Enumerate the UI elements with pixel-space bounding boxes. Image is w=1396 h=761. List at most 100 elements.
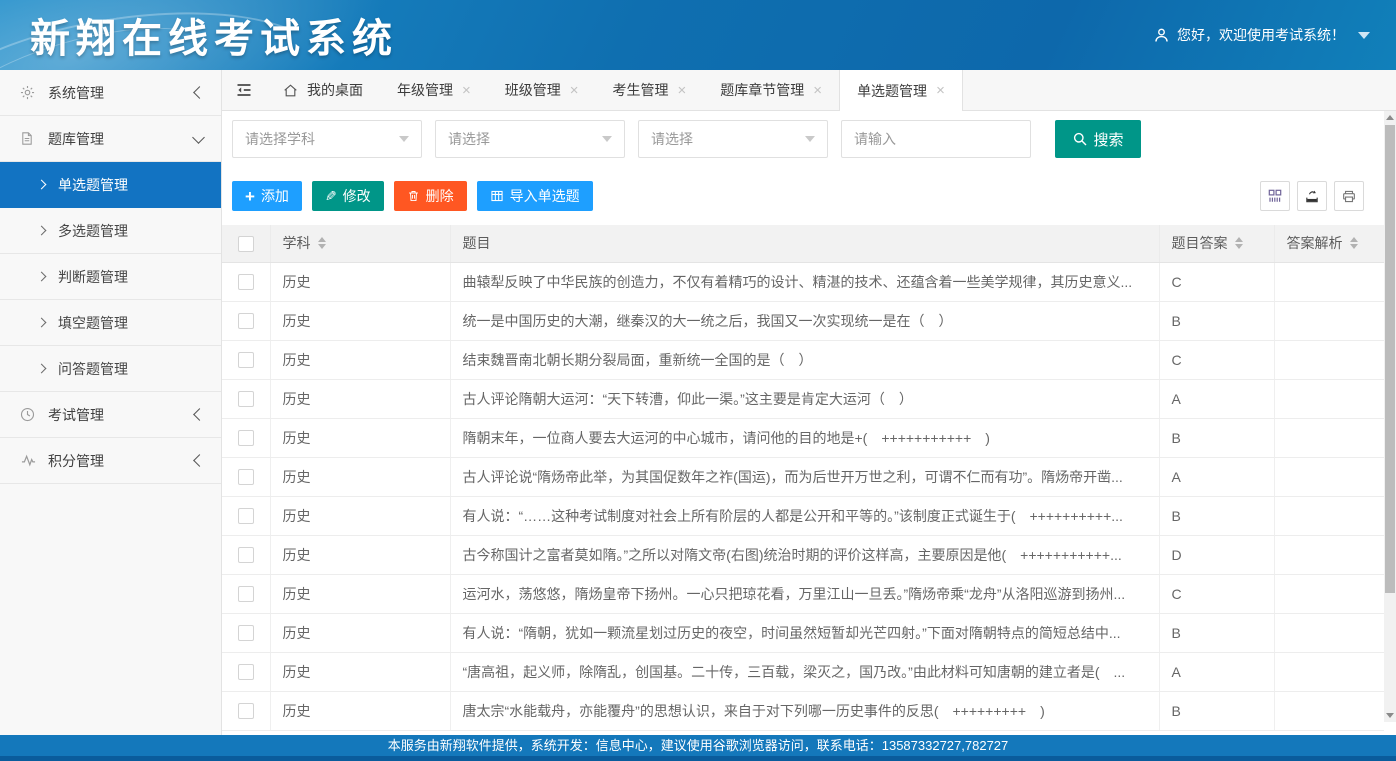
clock-icon — [20, 407, 37, 422]
table-row: 历史“唐高祖，起义师，除隋乱，创国基。二十传，三百载，梁灭之，国乃改。”由此材料… — [222, 652, 1384, 691]
delete-button[interactable]: 删除 — [394, 181, 467, 211]
subject-cell: 历史 — [270, 652, 450, 691]
add-button-label: 添加 — [261, 186, 289, 206]
sidebar-item-single-choice[interactable]: 单选题管理 — [0, 162, 221, 208]
app-window: 新翔在线考试系统 您好，欢迎使用考试系统！ 系统管理题库管理单选题管理多选题管理… — [0, 0, 1396, 761]
row-checkbox[interactable] — [238, 508, 254, 524]
sidebar-item-exam[interactable]: 考试管理 — [0, 392, 221, 438]
tab-bar: 我的桌面年级管理×班级管理×考生管理×题库章节管理×单选题管理× — [222, 70, 1396, 111]
tab-label: 年级管理 — [397, 80, 453, 100]
tab-label: 我的桌面 — [307, 80, 363, 100]
table-row: 历史古今称国计之富者莫如隋。”之所以对隋文帝(右图)统治时期的评价这样高，主要原… — [222, 535, 1384, 574]
caret-down-icon — [602, 136, 612, 142]
tab-class[interactable]: 班级管理× — [488, 70, 596, 110]
column-header-subject: 学科 — [270, 225, 450, 262]
filter-select-2[interactable]: 请选择 — [435, 120, 625, 158]
tab-label: 单选题管理 — [857, 81, 927, 101]
tab-chapter[interactable]: 题库章节管理× — [703, 70, 839, 110]
search-button[interactable]: 搜索 — [1055, 120, 1141, 158]
tab-single-choice[interactable]: 单选题管理 × — [839, 70, 963, 111]
row-checkbox[interactable] — [238, 664, 254, 680]
chevron-left-icon — [193, 88, 203, 98]
column-header-answer: 题目答案 — [1159, 225, 1274, 262]
sidebar-item-fill-blank[interactable]: 填空题管理 — [0, 300, 221, 346]
close-icon[interactable]: × — [678, 83, 687, 98]
column-header-question: 题目 — [450, 225, 1159, 262]
select-all-checkbox[interactable] — [238, 236, 254, 252]
question-cell: 古今称国计之富者莫如隋。”之所以对隋文帝(右图)统治时期的评价这样高，主要原因是… — [450, 535, 1159, 574]
close-icon[interactable]: × — [570, 83, 579, 98]
sidebar-item-label: 多选题管理 — [58, 221, 128, 241]
sidebar-item-label: 单选题管理 — [58, 175, 128, 195]
plus-icon: + — [245, 188, 255, 205]
app-header: 新翔在线考试系统 您好，欢迎使用考试系统！ — [0, 0, 1396, 70]
row-checkbox[interactable] — [238, 469, 254, 485]
export-button[interactable] — [1297, 181, 1327, 211]
analysis-cell — [1274, 301, 1384, 340]
table-row: 历史古人评论隋朝大运河：“天下转漕，仰此一渠。”这主要是肯定大运河（ ）A — [222, 379, 1384, 418]
answer-cell: B — [1159, 496, 1274, 535]
user-menu[interactable]: 您好，欢迎使用考试系统！ — [1153, 25, 1370, 45]
subject-select[interactable]: 请选择学科 — [232, 120, 422, 158]
search-icon — [1072, 131, 1088, 147]
tab-desktop[interactable]: 我的桌面 — [266, 70, 380, 110]
sort-icon[interactable] — [1350, 237, 1358, 249]
tab-examinee[interactable]: 考生管理× — [596, 70, 704, 110]
sort-icon[interactable] — [1235, 237, 1243, 249]
table-row: 历史古人评论说“隋炀帝此举，为其国促数年之祚(国运)，而为后世开万世之利，可谓不… — [222, 457, 1384, 496]
sidebar-item-system[interactable]: 系统管理 — [0, 70, 221, 116]
keyword-input[interactable] — [841, 120, 1031, 158]
question-cell: 统一是中国历史的大潮，继秦汉的大一统之后，我国又一次实现统一是在（ ） — [450, 301, 1159, 340]
row-checkbox[interactable] — [238, 625, 254, 641]
sidebar-item-qa[interactable]: 问答题管理 — [0, 346, 221, 392]
row-checkbox[interactable] — [238, 547, 254, 563]
question-cell: 古人评论隋朝大运河：“天下转漕，仰此一渠。”这主要是肯定大运河（ ） — [450, 379, 1159, 418]
row-checkbox[interactable] — [238, 586, 254, 602]
close-icon[interactable]: × — [813, 83, 822, 98]
tab-grade[interactable]: 年级管理 × — [380, 70, 488, 110]
scrollbar-thumb[interactable] — [1385, 125, 1395, 593]
row-checkbox[interactable] — [238, 352, 254, 368]
print-button[interactable] — [1334, 181, 1364, 211]
table-row: 历史结束魏晋南北朝长期分裂局面，重新统一全国的是（ ）C — [222, 340, 1384, 379]
sidebar-item-score[interactable]: 积分管理 — [0, 438, 221, 484]
question-cell: 有人说：“隋朝，犹如一颗流星划过历史的夜空，时间虽然短暂却光芒四射。”下面对隋朝… — [450, 613, 1159, 652]
filter-select-3[interactable]: 请选择 — [638, 120, 828, 158]
table-header-row: 学科 题目 题目答案 答案解析 — [222, 225, 1384, 262]
import-button[interactable]: 导入单选题 — [477, 181, 593, 211]
activity-icon — [20, 453, 37, 468]
close-icon[interactable]: × — [936, 83, 945, 98]
sidebar-item-true-false[interactable]: 判断题管理 — [0, 254, 221, 300]
sort-icon[interactable] — [318, 237, 326, 249]
column-header-analysis: 答案解析 — [1274, 225, 1384, 262]
row-checkbox[interactable] — [238, 274, 254, 290]
add-button[interactable]: + 添加 — [232, 181, 302, 211]
row-checkbox[interactable] — [238, 430, 254, 446]
scroll-down-arrow[interactable] — [1386, 713, 1394, 718]
table-row: 历史隋朝末年，一位商人要去大运河的中心城市，请问他的目的地是+( +++++++… — [222, 418, 1384, 457]
table-row: 历史曲辕犁反映了中华民族的创造力，不仅有着精巧的设计、精湛的技术、还蕴含着一些美… — [222, 262, 1384, 301]
question-cell: 唐太宗“水能载舟，亦能覆舟”的思想认识，来自于对下列哪一历史事件的反思( +++… — [450, 691, 1159, 730]
questions-table: 学科 题目 题目答案 答案解析 — [222, 225, 1384, 731]
row-checkbox[interactable] — [238, 391, 254, 407]
sidebar: 系统管理题库管理单选题管理多选题管理判断题管理填空题管理问答题管理考试管理积分管… — [0, 70, 222, 735]
toggle-columns-button[interactable] — [1260, 181, 1290, 211]
answer-cell: B — [1159, 418, 1274, 457]
sidebar-item-label: 判断题管理 — [58, 267, 128, 287]
filter-bar: 请选择学科 请选择 请选择 — [222, 111, 1384, 158]
sidebar-item-multi-choice[interactable]: 多选题管理 — [0, 208, 221, 254]
row-checkbox[interactable] — [238, 313, 254, 329]
sidebar-item-label: 填空题管理 — [58, 313, 128, 333]
edit-button[interactable]: ✎ 修改 — [312, 181, 384, 211]
table-grid-icon — [490, 189, 504, 203]
analysis-cell — [1274, 418, 1384, 457]
collapse-sidebar-icon[interactable] — [222, 70, 266, 110]
vertical-scrollbar[interactable] — [1384, 111, 1396, 722]
sidebar-item-label: 考试管理 — [48, 405, 104, 425]
scroll-up-arrow[interactable] — [1386, 115, 1394, 120]
close-icon[interactable]: × — [462, 83, 471, 98]
analysis-cell — [1274, 613, 1384, 652]
row-checkbox[interactable] — [238, 703, 254, 719]
sidebar-item-question-bank[interactable]: 题库管理 — [0, 116, 221, 162]
filter-select-2-value: 请选择 — [448, 129, 490, 149]
